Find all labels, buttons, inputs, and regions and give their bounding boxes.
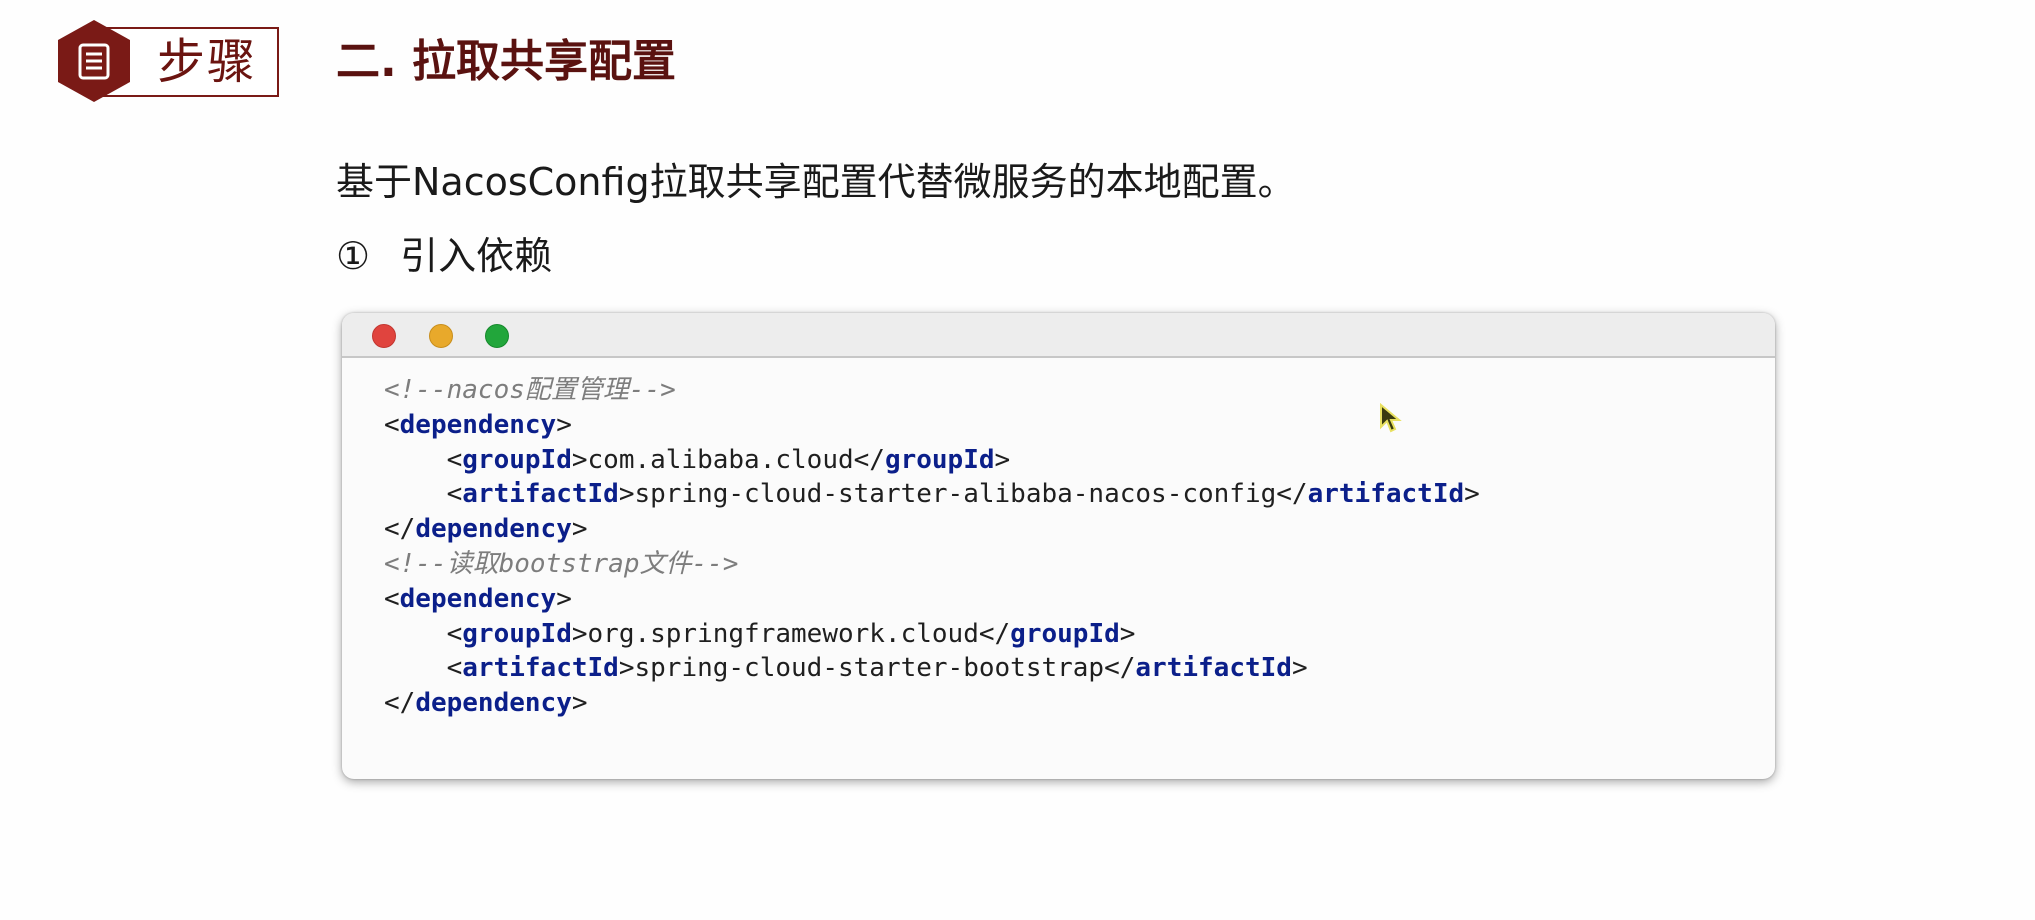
document-icon <box>58 20 130 102</box>
code-punct: </ <box>384 514 416 545</box>
section-title: 二. 拉取共享配置 <box>336 36 677 87</box>
code-value: spring-cloud-starter-alibaba-nacos-confi… <box>634 479 1277 510</box>
code-punct: > <box>571 444 588 475</box>
code-punct: > <box>994 444 1011 475</box>
step-badge: 步骤 <box>55 18 281 102</box>
step-item: ① 引入依赖 <box>336 226 552 286</box>
code-block: <!--nacos配置管理--> <dependency> <groupId>co… <box>384 373 1480 721</box>
code-tag: dependency <box>415 688 572 719</box>
code-punct: > <box>556 583 572 614</box>
code-value: org.springframework.cloud <box>587 618 979 649</box>
window-minimize-button[interactable] <box>429 324 453 348</box>
code-line: <dependency> <box>384 582 1480 617</box>
code-window: <!--nacos配置管理--> <dependency> <groupId>co… <box>342 313 1775 779</box>
step-number: ① <box>336 234 371 278</box>
code-line: <!--读取bootstrap文件--> <box>384 547 1480 582</box>
code-punct: < <box>384 653 463 684</box>
code-comment: <!--nacos配置管理--> <box>384 375 676 405</box>
code-line: <dependency> <box>384 408 1480 443</box>
code-value: com.alibaba.cloud <box>587 444 854 475</box>
code-punct: > <box>618 653 635 684</box>
code-line: <groupId>org.springframework.cloud</grou… <box>384 617 1480 652</box>
code-punct: </ <box>1104 653 1136 684</box>
code-punct: > <box>1119 618 1136 649</box>
code-line: <groupId>com.alibaba.cloud</groupId> <box>384 443 1480 478</box>
code-tag: artifactId <box>462 653 619 684</box>
code-punct: > <box>571 688 588 719</box>
window-close-button[interactable] <box>372 324 396 348</box>
code-punct: > <box>618 479 635 510</box>
code-tag: dependency <box>399 409 557 440</box>
code-line: <artifactId>spring-cloud-starter-bootstr… <box>384 651 1480 686</box>
code-tag: artifactId <box>462 479 619 510</box>
code-punct: < <box>384 583 400 614</box>
window-maximize-button[interactable] <box>485 324 509 348</box>
code-tag: groupId <box>1010 618 1120 649</box>
code-punct: </ <box>978 618 1011 649</box>
code-punct: < <box>384 444 463 475</box>
mouse-cursor-icon <box>1380 403 1402 433</box>
code-punct: > <box>1464 479 1480 510</box>
code-comment: <!--读取bootstrap文件--> <box>384 548 739 579</box>
slide: 步骤 二. 拉取共享配置 基于NacosConfig拉取共享配置代替微服务的本地… <box>0 0 2035 920</box>
code-line: <artifactId>spring-cloud-starter-alibaba… <box>384 477 1480 512</box>
code-value: spring-cloud-starter-bootstrap <box>634 653 1105 684</box>
code-line: </dependency> <box>384 686 1480 721</box>
code-window-titlebar <box>342 313 1775 358</box>
code-tag: groupId <box>462 444 572 475</box>
code-punct: < <box>384 479 463 510</box>
code-line: </dependency> <box>384 512 1480 547</box>
code-punct: > <box>571 514 588 545</box>
code-punct: > <box>1291 653 1308 684</box>
code-tag: artifactId <box>1307 479 1465 510</box>
code-punct: > <box>571 618 588 649</box>
code-tag: dependency <box>415 514 572 545</box>
code-punct: </ <box>853 444 885 475</box>
code-punct: > <box>556 409 572 440</box>
intro-text: 基于NacosConfig拉取共享配置代替微服务的本地配置。 <box>336 160 1296 204</box>
code-punct: </ <box>384 688 416 719</box>
step-text: 引入依赖 <box>400 234 553 278</box>
code-line: <!--nacos配置管理--> <box>384 373 1480 408</box>
step-badge-label: 步骤 <box>157 34 258 90</box>
code-punct: < <box>384 409 400 440</box>
code-tag: groupId <box>884 444 995 475</box>
code-punct: </ <box>1276 479 1308 510</box>
code-tag: groupId <box>462 618 572 649</box>
code-tag: dependency <box>399 583 557 614</box>
code-punct: < <box>384 618 463 649</box>
code-tag: artifactId <box>1135 653 1292 684</box>
